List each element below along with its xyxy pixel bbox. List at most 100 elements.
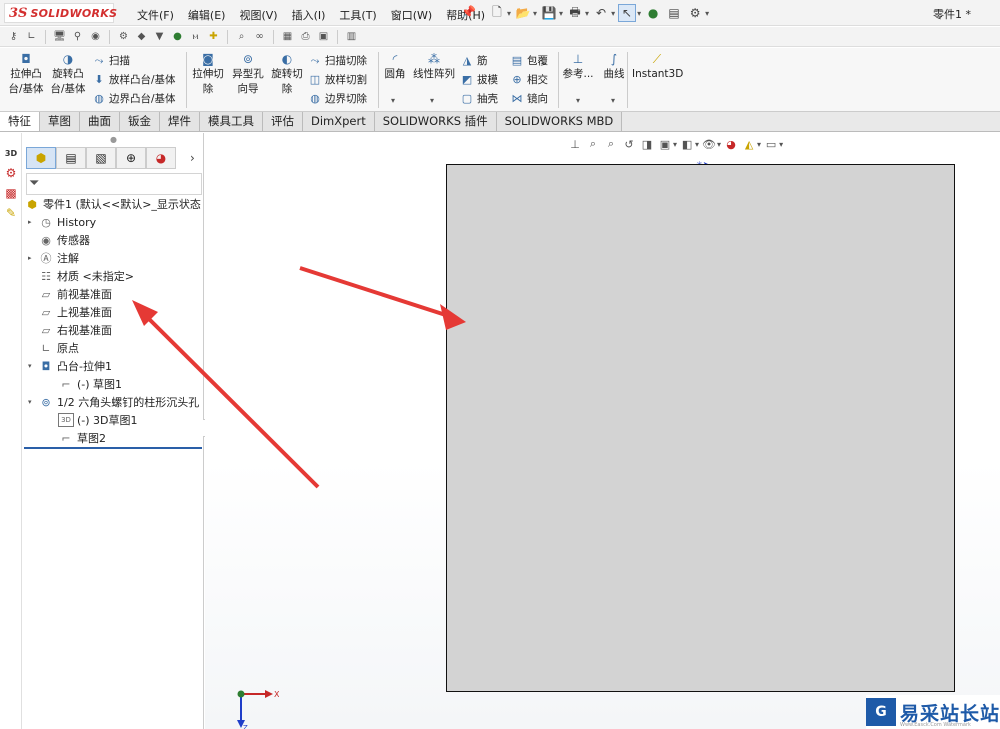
chevron-down-icon[interactable]: ▾ — [637, 9, 641, 18]
shell-button[interactable]: ▢ 抽壳 — [460, 91, 498, 106]
panel-handle[interactable]: ● — [110, 135, 117, 144]
chevron-down-icon[interactable]: ▾ — [391, 96, 395, 105]
previous-view-icon[interactable]: ↺ — [621, 136, 637, 152]
globe-icon[interactable]: ◉ — [88, 30, 103, 44]
chevron-down-icon[interactable]: ▾ — [576, 96, 580, 105]
print-icon[interactable]: 🖶 — [566, 4, 584, 22]
tree-item-origin[interactable]: ∟ 原点 — [38, 339, 79, 357]
front-plane-face[interactable] — [446, 164, 955, 692]
new-document-icon[interactable]: 🗋 — [488, 4, 506, 22]
section-view-icon[interactable]: ◨ — [639, 136, 655, 152]
tab-surfaces[interactable]: 曲面 — [80, 112, 120, 131]
edit-appearance-icon[interactable]: ◕ — [723, 136, 739, 152]
tab-mold-tools[interactable]: 模具工具 — [200, 112, 263, 131]
tree-item-material[interactable]: ☷ 材质 <未指定> — [38, 267, 134, 285]
chevron-right-icon[interactable]: › — [190, 151, 195, 165]
hole-wizard-button[interactable]: ⊚ 异型孔 向导 — [228, 52, 268, 97]
tree-root[interactable]: ⬢ 零件1 (默认<<默认>_显示状态 — [24, 195, 201, 213]
key-icon[interactable]: ⚷ — [6, 30, 21, 44]
bowl-icon[interactable]: ▼ — [152, 30, 167, 44]
cube-icon[interactable]: ◆ — [134, 30, 149, 44]
view-settings-icon[interactable]: ▭ — [763, 136, 779, 152]
menu-insert[interactable]: 插入(I) — [285, 5, 333, 25]
configuration-manager-tab-icon[interactable]: ▧ — [86, 147, 116, 169]
display-manager-tab-icon[interactable]: ◕ — [146, 147, 176, 169]
plus-shape-icon[interactable]: ✚ — [206, 30, 221, 44]
pin-icon[interactable]: 📌 — [461, 5, 476, 19]
open-icon[interactable]: 📂 — [514, 4, 532, 22]
mirror-button[interactable]: ⋈ 镜向 — [510, 91, 549, 106]
menu-tools[interactable]: 工具(T) — [332, 5, 383, 25]
menu-file[interactable]: 文件(F) — [130, 5, 181, 25]
instant3d-button[interactable]: ⟋ Instant3D — [632, 52, 683, 82]
hide-show-items-icon[interactable]: 👁 — [701, 136, 717, 152]
menu-edit[interactable]: 编辑(E) — [181, 5, 233, 25]
chevron-down-icon[interactable]: ▾ — [611, 96, 615, 105]
file-properties-icon[interactable]: ▤ — [665, 4, 683, 22]
tree-filter-box[interactable]: ⏷ — [26, 173, 202, 195]
extrude-boss-button[interactable]: ◘ 拉伸凸 台/基体 — [6, 52, 46, 97]
angle-icon[interactable]: ∟ — [24, 30, 39, 44]
tree-item-boss-extrude[interactable]: ▾ ◘ 凸台-拉伸1 — [28, 357, 112, 375]
gear-icon[interactable]: ⚙ — [116, 30, 131, 44]
tree-item-annotations[interactable]: ▸ Ⓐ 注解 — [28, 249, 79, 267]
chevron-down-icon[interactable]: ▾ — [430, 96, 434, 105]
reference-geometry-button[interactable]: ⊥ 参考... — [562, 52, 594, 82]
extrude-cut-button[interactable]: ◙ 拉伸切 除 — [188, 52, 228, 97]
graphics-area[interactable]: ⊥ ⌕ ⌕ ↺ ◨ ▣ ▾ ◧ ▾ 👁 ▾ ◕ ◭ ▾ ▭ ▾ ✳➤ X Z — [205, 133, 1000, 729]
document-icon[interactable]: ▥ — [344, 30, 359, 44]
tab-sketch[interactable]: 草图 — [40, 112, 80, 131]
design-library-icon[interactable]: ⚙ — [3, 165, 19, 181]
feature-tree-tab-icon[interactable]: ⬢ — [26, 147, 56, 169]
zoom-area-icon[interactable]: ⌕ — [603, 136, 619, 152]
file-explorer-icon[interactable]: ▩ — [3, 185, 19, 201]
tab-evaluate[interactable]: 评估 — [263, 112, 303, 131]
rollback-bar[interactable] — [24, 447, 202, 449]
3d-content-icon[interactable]: 3D — [3, 145, 19, 161]
appearance-icon[interactable]: ✎ — [3, 205, 19, 221]
chevron-down-icon[interactable]: ▾ — [779, 140, 783, 149]
intersect-button[interactable]: ⊕ 相交 — [510, 72, 548, 87]
rebuild-icon[interactable]: ● — [644, 4, 662, 22]
chevron-down-icon[interactable]: ▾ — [695, 140, 699, 149]
dynamic-annotation-icon[interactable]: ▣ — [657, 136, 673, 152]
binoculars-icon[interactable]: ∞ — [252, 30, 267, 44]
tree-item-sketch1[interactable]: ⌐ (-) 草图1 — [58, 375, 122, 393]
chevron-down-icon[interactable]: ▾ — [705, 9, 709, 18]
tab-sheet-metal[interactable]: 钣金 — [120, 112, 160, 131]
zoom-to-fit-icon[interactable]: ⌕ — [585, 136, 601, 152]
ruler-icon[interactable]: ⲙ — [188, 30, 203, 44]
chevron-down-icon[interactable]: ▾ — [559, 9, 563, 18]
loft-cut-button[interactable]: ◫ 放样切割 — [308, 72, 367, 87]
chevron-down-icon[interactable]: ▾ — [673, 140, 677, 149]
options-gear-icon[interactable]: ⚙ — [686, 4, 704, 22]
tree-item-right-plane[interactable]: ▱ 右视基准面 — [38, 321, 112, 339]
tree-item-top-plane[interactable]: ▱ 上视基准面 — [38, 303, 112, 321]
tree-item-sketch2[interactable]: ⌐ 草图2 — [58, 429, 106, 447]
tab-mbd[interactable]: SOLIDWORKS MBD — [496, 112, 623, 131]
chevron-down-icon[interactable]: ▾ — [611, 9, 615, 18]
chevron-down-icon[interactable]: ▾ — [757, 140, 761, 149]
search-icon[interactable]: ⌕ — [234, 30, 249, 44]
chevron-down-icon[interactable]: ▾ — [717, 140, 721, 149]
menu-window[interactable]: 窗口(W) — [384, 5, 439, 25]
wrap-button[interactable]: ▤ 包覆 — [510, 53, 548, 68]
select-cursor-icon[interactable]: ↖ — [618, 4, 637, 22]
collapse-arrow-icon[interactable]: ▾ — [28, 398, 38, 406]
chevron-down-icon[interactable]: ▾ — [585, 9, 589, 18]
sheet-icon[interactable]: ▦ — [280, 30, 295, 44]
draft-button[interactable]: ◩ 拔模 — [460, 72, 498, 87]
tab-weldments[interactable]: 焊件 — [160, 112, 200, 131]
collapse-arrow-icon[interactable]: ▾ — [28, 362, 38, 370]
property-manager-tab-icon[interactable]: ▤ — [56, 147, 86, 169]
dimxpert-tab-icon[interactable]: ⊕ — [116, 147, 146, 169]
chevron-down-icon[interactable]: ▾ — [507, 9, 511, 18]
tree-item-sensors[interactable]: ◉ 传感器 — [38, 231, 90, 249]
print-preview-icon[interactable]: ⎙ — [298, 30, 313, 44]
tree-structure-icon[interactable]: ⚲ — [70, 30, 85, 44]
sweep-button[interactable]: ⤳ 扫描 — [92, 53, 130, 68]
boundary-boss-button[interactable]: ◍ 边界凸台/基体 — [92, 91, 175, 106]
chevron-down-icon[interactable]: ▾ — [533, 9, 537, 18]
expand-arrow-icon[interactable]: ▸ — [28, 254, 38, 262]
display-style-icon[interactable]: ◧ — [679, 136, 695, 152]
